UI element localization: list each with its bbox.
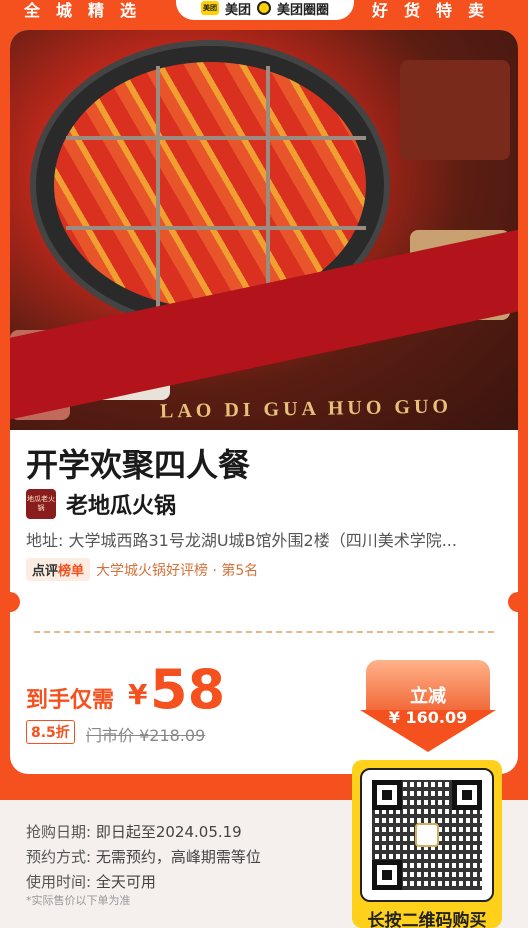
price-note: *实际售价以下单为准 [26, 894, 131, 907]
reduce-badge: 立减 ¥ 160.09 [360, 660, 496, 760]
shop-name: 老地瓜火锅 [66, 494, 177, 519]
shop-row[interactable]: 地瓜老火锅 老地瓜火锅 [26, 488, 176, 520]
info-row-date: 抢购日期: 即日起至2024.05.19 [26, 820, 261, 845]
rank-tag-b: 榜单 [58, 564, 85, 579]
info-value: 无需预约，高峰期需等位 [95, 848, 261, 866]
discount-badge: 8.5折 [26, 720, 75, 744]
brand-meituan-quanquan: 美团圈圈 [277, 2, 330, 18]
hero-image: LAO DI GUA HUO GUO [10, 30, 518, 430]
shop-logo: 地瓜老火锅 [26, 489, 56, 519]
banner-right-text: 好货特卖 [372, 1, 501, 20]
meituan-circle-icon [257, 1, 271, 15]
rank-row[interactable]: 点评榜单 大学城火锅好评榜 · 第5名 [26, 558, 258, 581]
qr-card[interactable]: 长按二维码购买 [352, 760, 502, 928]
banner-left-text: 全城精选 [24, 1, 153, 20]
price-currency: ¥ [128, 678, 148, 711]
price-value: 58 [150, 658, 226, 721]
rank-tag-a: 点评 [32, 564, 59, 579]
meituan-logo: 美团 [200, 1, 219, 15]
deal-title: 开学欢聚四人餐 [26, 446, 251, 484]
shop-address: 地址: 大学城西路31号龙湖U城B馆外围2楼（四川美术学院... [26, 531, 457, 550]
price-label: 到手仅需 [26, 688, 115, 713]
divider [34, 631, 494, 633]
rank-text: 大学城火锅好评榜 · 第5名 [96, 562, 259, 579]
ticket-notch-right [508, 592, 528, 612]
info-row-booking: 预约方式: 无需预约，高峰期需等位 [26, 845, 261, 870]
info-key: 使用时间: [26, 873, 92, 891]
ribbon-text: LAO DI GUA HUO GUO [159, 395, 453, 423]
brand-pill: 美团 美团 美团圈圈 [176, 0, 354, 20]
qr-center-logo-icon [415, 823, 439, 847]
qr-finder-icon [372, 860, 402, 890]
qr-finder-icon [372, 780, 402, 810]
info-value: 即日起至2024.05.19 [95, 823, 242, 841]
brand-meituan: 美团 [224, 2, 251, 18]
info-key: 预约方式: [26, 848, 92, 866]
ticket-notch-left [0, 592, 20, 612]
rank-tag: 点评榜单 [26, 558, 91, 581]
skewer-plate-icon [400, 60, 510, 160]
qr-label: 长按二维码购买 [367, 911, 487, 928]
info-key: 抢购日期: [26, 823, 92, 841]
reduce-value: ¥ 160.09 [388, 708, 468, 727]
deal-info: 抢购日期: 即日起至2024.05.19 预约方式: 无需预约，高峰期需等位 使… [26, 820, 261, 895]
qr-finder-icon [452, 780, 482, 810]
market-price: 门市价 ¥218.09 [86, 726, 206, 745]
info-value: 全天可用 [95, 873, 156, 891]
reduce-label: 立减 [410, 686, 446, 707]
qr-frame [360, 768, 494, 902]
